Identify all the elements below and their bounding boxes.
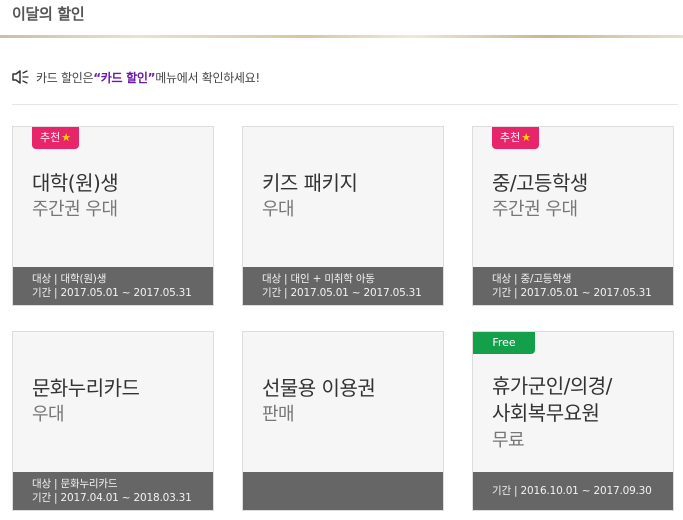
card-info-bar: 대상 | 중/고등학생 기간 | 2017.05.01 ~ 2017.05.31 xyxy=(473,267,673,305)
card-subtitle: 우대 xyxy=(32,404,65,425)
card-subtitle: 무료 xyxy=(492,430,525,451)
notice-highlight: “카드 할인” xyxy=(93,70,156,85)
card-target: 대상 | 대학(원)생 xyxy=(32,273,107,285)
card-period: 기간 | 2017.05.01 ~ 2017.05.31 xyxy=(262,287,422,299)
card-title: 중/고등학생 xyxy=(492,171,588,195)
card-target: 대상 | 중/고등학생 xyxy=(492,273,572,285)
card-period: 기간 | 2016.10.01 ~ 2017.09.30 xyxy=(492,485,652,497)
card-info-bar: 대상 | 문화누리카드 기간 | 2017.04.01 ~ 2018.03.31 xyxy=(13,472,213,510)
discount-card-university[interactable]: 추천★ 대학(원)생 주간권 우대 대상 | 대학(원)생 기간 | 2017.… xyxy=(12,126,214,306)
recommend-badge-label: 추천 xyxy=(40,131,61,144)
star-icon: ★ xyxy=(521,131,532,144)
card-subtitle: 주간권 우대 xyxy=(32,199,118,220)
page-title: 이달의 할인 xyxy=(12,5,85,23)
title-underline xyxy=(0,35,683,38)
card-title: 휴가군인/의경/ xyxy=(492,374,612,398)
free-badge: Free xyxy=(473,332,535,354)
notice-text-pre: 카드 할인은 xyxy=(36,70,94,85)
star-icon: ★ xyxy=(61,131,72,144)
card-period: 기간 | 2017.05.01 ~ 2017.05.31 xyxy=(32,287,192,299)
card-title-line2: 사회복무요원 xyxy=(492,401,600,425)
recommend-badge: 추천★ xyxy=(492,127,540,149)
card-subtitle: 우대 xyxy=(262,199,295,220)
discount-card-military[interactable]: Free 휴가군인/의경/ 사회복무요원 무료 기간 | 2016.10.01 … xyxy=(472,331,674,511)
card-target: 대상 | 문화누리카드 xyxy=(32,478,118,490)
notice-text-post: 메뉴에서 확인하세요! xyxy=(155,70,260,85)
divider xyxy=(12,104,678,105)
card-info-bar xyxy=(243,472,443,510)
card-title: 대학(원)생 xyxy=(32,171,119,195)
card-info-bar: 기간 | 2016.10.01 ~ 2017.09.30 xyxy=(473,472,673,510)
card-info-bar: 대상 | 대인 + 미취학 아동 기간 | 2017.05.01 ~ 2017.… xyxy=(243,267,443,305)
recommend-badge-label: 추천 xyxy=(500,131,521,144)
card-info-bar: 대상 | 대학(원)생 기간 | 2017.05.01 ~ 2017.05.31 xyxy=(13,267,213,305)
speaker-icon xyxy=(12,70,29,84)
discount-card-gift-ticket[interactable]: 선물용 이용권 판매 xyxy=(242,331,444,511)
discount-card-culture-card[interactable]: 문화누리카드 우대 대상 | 문화누리카드 기간 | 2017.04.01 ~ … xyxy=(12,331,214,511)
discount-card-kids-package[interactable]: 키즈 패키지 우대 대상 | 대인 + 미취학 아동 기간 | 2017.05.… xyxy=(242,126,444,306)
card-title: 키즈 패키지 xyxy=(262,171,358,195)
notice-bar: 카드 할인은 “카드 할인” 메뉴에서 확인하세요! xyxy=(12,67,260,87)
card-title: 문화누리카드 xyxy=(32,376,140,400)
card-subtitle: 판매 xyxy=(262,404,295,425)
recommend-badge: 추천★ xyxy=(32,127,80,149)
card-period: 기간 | 2017.04.01 ~ 2018.03.31 xyxy=(32,492,192,504)
discount-card-middle-high-school[interactable]: 추천★ 중/고등학생 주간권 우대 대상 | 중/고등학생 기간 | 2017.… xyxy=(472,126,674,306)
card-period: 기간 | 2017.05.01 ~ 2017.05.31 xyxy=(492,287,652,299)
card-title: 선물용 이용권 xyxy=(262,376,376,400)
card-subtitle: 주간권 우대 xyxy=(492,199,578,220)
card-target: 대상 | 대인 + 미취학 아동 xyxy=(262,273,375,285)
